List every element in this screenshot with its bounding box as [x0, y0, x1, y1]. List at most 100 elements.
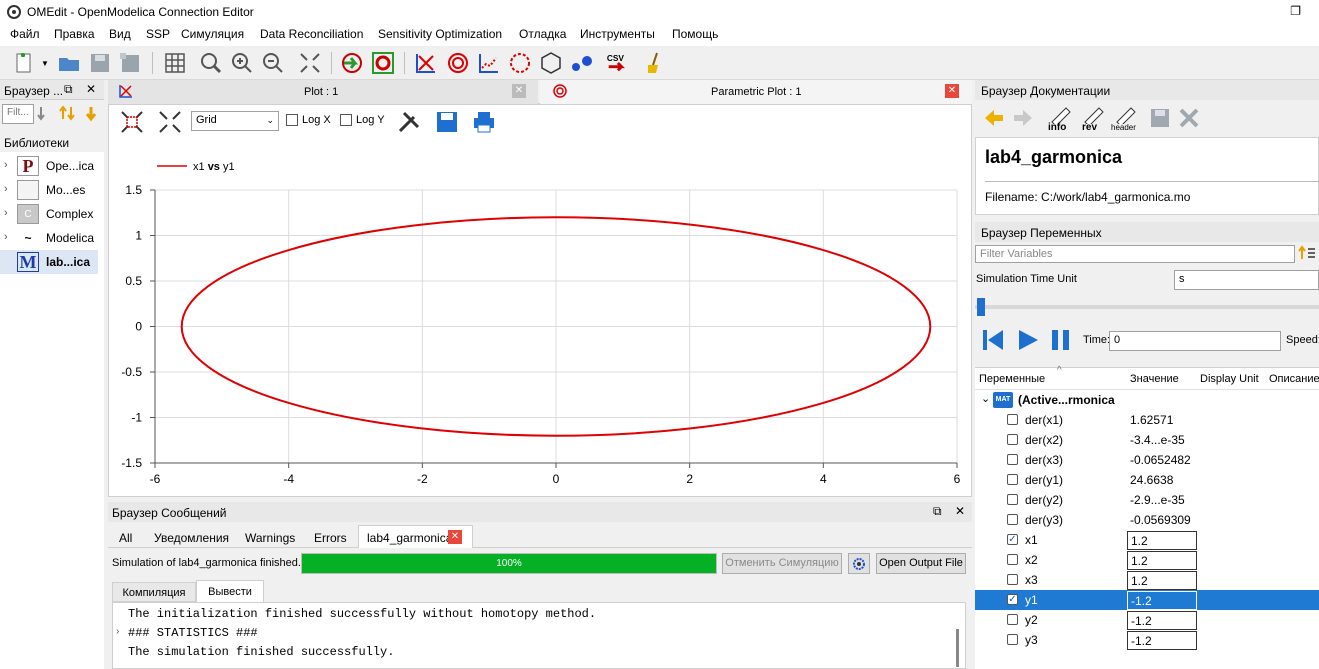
menu-sensitivity-optimization[interactable]: Sensitivity Optimization — [378, 27, 502, 41]
open-folder-icon[interactable] — [57, 51, 81, 75]
array-plot-icon[interactable] — [477, 51, 501, 75]
variable-checkbox[interactable] — [1007, 614, 1018, 625]
zoom-in-icon[interactable] — [230, 51, 254, 75]
variable-row[interactable]: y3 -1.2 — [975, 630, 1319, 650]
chevron-down-icon[interactable]: ⌄ — [981, 392, 990, 405]
back-arrow-icon[interactable] — [983, 107, 1005, 129]
print-icon[interactable] — [471, 109, 497, 135]
column-variables[interactable]: Переменные — [979, 373, 1045, 385]
restore-icon[interactable]: ❐ — [1290, 4, 1301, 18]
array-parametric-plot-icon[interactable] — [508, 51, 532, 75]
simulate-icon[interactable] — [340, 51, 364, 75]
menu-view[interactable]: Вид — [109, 27, 131, 41]
save-plot-icon[interactable] — [434, 109, 460, 135]
tab-notifications[interactable]: Уведомления — [154, 531, 229, 545]
close-icon[interactable]: ✕ — [86, 82, 96, 96]
column-display-unit[interactable]: Display Unit — [1200, 373, 1259, 385]
menu-tools[interactable]: Инструменты — [580, 27, 655, 41]
menu-simulation[interactable]: Симуляция — [181, 27, 244, 41]
variable-row[interactable]: x3 1.2 — [975, 570, 1319, 590]
save-icon[interactable] — [1149, 107, 1171, 129]
clear-broom-icon[interactable] — [643, 51, 667, 75]
cancel-simulation-button[interactable]: Отменить Симуляцию — [722, 553, 842, 574]
tab-warnings[interactable]: Warnings — [245, 531, 295, 545]
grid-icon[interactable] — [163, 51, 187, 75]
forward-arrow-icon[interactable] — [1012, 107, 1034, 129]
column-value[interactable]: Значение — [1130, 373, 1179, 385]
menu-edit[interactable]: Правка — [54, 27, 95, 41]
tab-parametric-plot-1[interactable]: Parametric Plot : 1 ✕ — [540, 80, 972, 104]
float-icon[interactable]: ⧉ — [64, 82, 73, 97]
tab-output[interactable]: Вывести — [196, 580, 264, 602]
variable-row[interactable]: x2 1.2 — [975, 550, 1319, 570]
output-text[interactable]: The initialization finished successfully… — [112, 602, 966, 669]
expand-all-icon[interactable] — [59, 105, 77, 123]
menu-file[interactable]: Файл — [10, 27, 40, 41]
grid-select[interactable]: Grid ⌄ — [191, 111, 279, 131]
variable-value[interactable]: -1.2 — [1127, 631, 1197, 650]
library-filter-input[interactable]: Filt... — [2, 104, 34, 124]
filter-options-icon[interactable] — [1298, 245, 1316, 263]
variable-checkbox[interactable] — [1007, 414, 1018, 425]
menu-data-reconciliation[interactable]: Data Reconciliation — [260, 27, 363, 41]
variable-value[interactable]: 1.2 — [1127, 571, 1197, 590]
close-icon[interactable]: ✕ — [955, 504, 965, 518]
expand-arrow-icon[interactable]: › — [4, 207, 8, 219]
header-button[interactable]: header — [1111, 106, 1141, 134]
variable-value[interactable]: 1.2 — [1127, 551, 1197, 570]
animation-icon[interactable] — [539, 51, 563, 75]
expand-arrow-icon[interactable]: › — [116, 626, 119, 637]
variables-root[interactable]: ⌄ MAT (Active...rmonica — [975, 390, 1319, 410]
library-item-complex[interactable]: › C Complex — [0, 202, 98, 226]
variable-row[interactable]: der(x2) -3.4...e-35 — [975, 430, 1319, 450]
variable-checkbox[interactable] — [1007, 454, 1018, 465]
variable-checkbox[interactable]: ✓ — [1007, 534, 1018, 545]
variable-row[interactable]: der(x3) -0.0652482 — [975, 450, 1319, 470]
slider-handle[interactable] — [977, 298, 985, 316]
log-x-checkbox[interactable] — [286, 114, 298, 126]
open-output-file-button[interactable]: Open Output File — [876, 553, 966, 574]
fit-to-window-icon[interactable] — [298, 51, 322, 75]
plot-canvas[interactable]: -6 -4 -2 0 2 4 6 1.5 1 0.5 0 -0.5 -1 -1.5 x1 vs y1 — [109, 145, 971, 496]
info-button[interactable]: info — [1046, 106, 1074, 134]
setup-tools-icon[interactable] — [396, 109, 422, 135]
zoom-extents-icon[interactable] — [157, 109, 183, 135]
variable-value[interactable]: 1.2 — [1127, 531, 1197, 550]
variable-row[interactable]: der(y2) -2.9...e-35 — [975, 490, 1319, 510]
pause-icon[interactable] — [1049, 327, 1073, 353]
float-icon[interactable]: ⧉ — [933, 504, 942, 519]
new-dropdown-icon[interactable]: ▼ — [41, 59, 49, 68]
tab-lab4-garmonica[interactable]: lab4_garmonica ✕ — [358, 525, 473, 548]
zoom-out-icon[interactable] — [261, 51, 285, 75]
variable-checkbox[interactable] — [1007, 434, 1018, 445]
debug-output-button[interactable] — [848, 553, 870, 574]
fit-in-view-icon[interactable] — [119, 109, 145, 135]
variable-checkbox[interactable] — [1007, 554, 1018, 565]
close-tab-icon[interactable]: ✕ — [512, 84, 526, 98]
library-item-modelica[interactable]: › ~ Modelica — [0, 226, 98, 250]
time-input[interactable]: 0 — [1109, 331, 1281, 351]
variable-row[interactable]: y2 -1.2 — [975, 610, 1319, 630]
close-tab-icon[interactable]: ✕ — [945, 84, 959, 98]
scrollbar[interactable] — [956, 629, 959, 667]
menu-ssp[interactable]: SSP — [146, 27, 170, 41]
tab-compilation[interactable]: Компиляция — [112, 582, 196, 602]
menu-debug[interactable]: Отладка — [519, 27, 566, 41]
simulation-setup-icon[interactable] — [371, 51, 395, 75]
tab-plot-1[interactable]: Plot : 1 ✕ — [108, 80, 538, 104]
time-slider[interactable] — [975, 295, 1319, 319]
library-item-lab4-garmonica[interactable]: M lab...ica — [0, 250, 98, 274]
filter-variables-input[interactable]: Filter Variables — [975, 245, 1295, 263]
log-y-checkbox[interactable] — [340, 114, 352, 126]
close-tab-icon[interactable]: ✕ — [448, 530, 462, 544]
revisions-button[interactable]: rev — [1079, 106, 1107, 134]
zoom-icon[interactable] — [199, 51, 223, 75]
variable-row[interactable]: ✓ x1 1.2 — [975, 530, 1319, 550]
menu-help[interactable]: Помощь — [672, 27, 718, 41]
variable-checkbox[interactable] — [1007, 494, 1018, 505]
play-icon[interactable] — [1016, 327, 1040, 353]
variable-checkbox[interactable] — [1007, 574, 1018, 585]
variable-value[interactable]: -1.2 — [1127, 591, 1197, 610]
export-csv-icon[interactable]: CSV — [605, 51, 629, 75]
new-file-icon[interactable] — [12, 51, 36, 75]
